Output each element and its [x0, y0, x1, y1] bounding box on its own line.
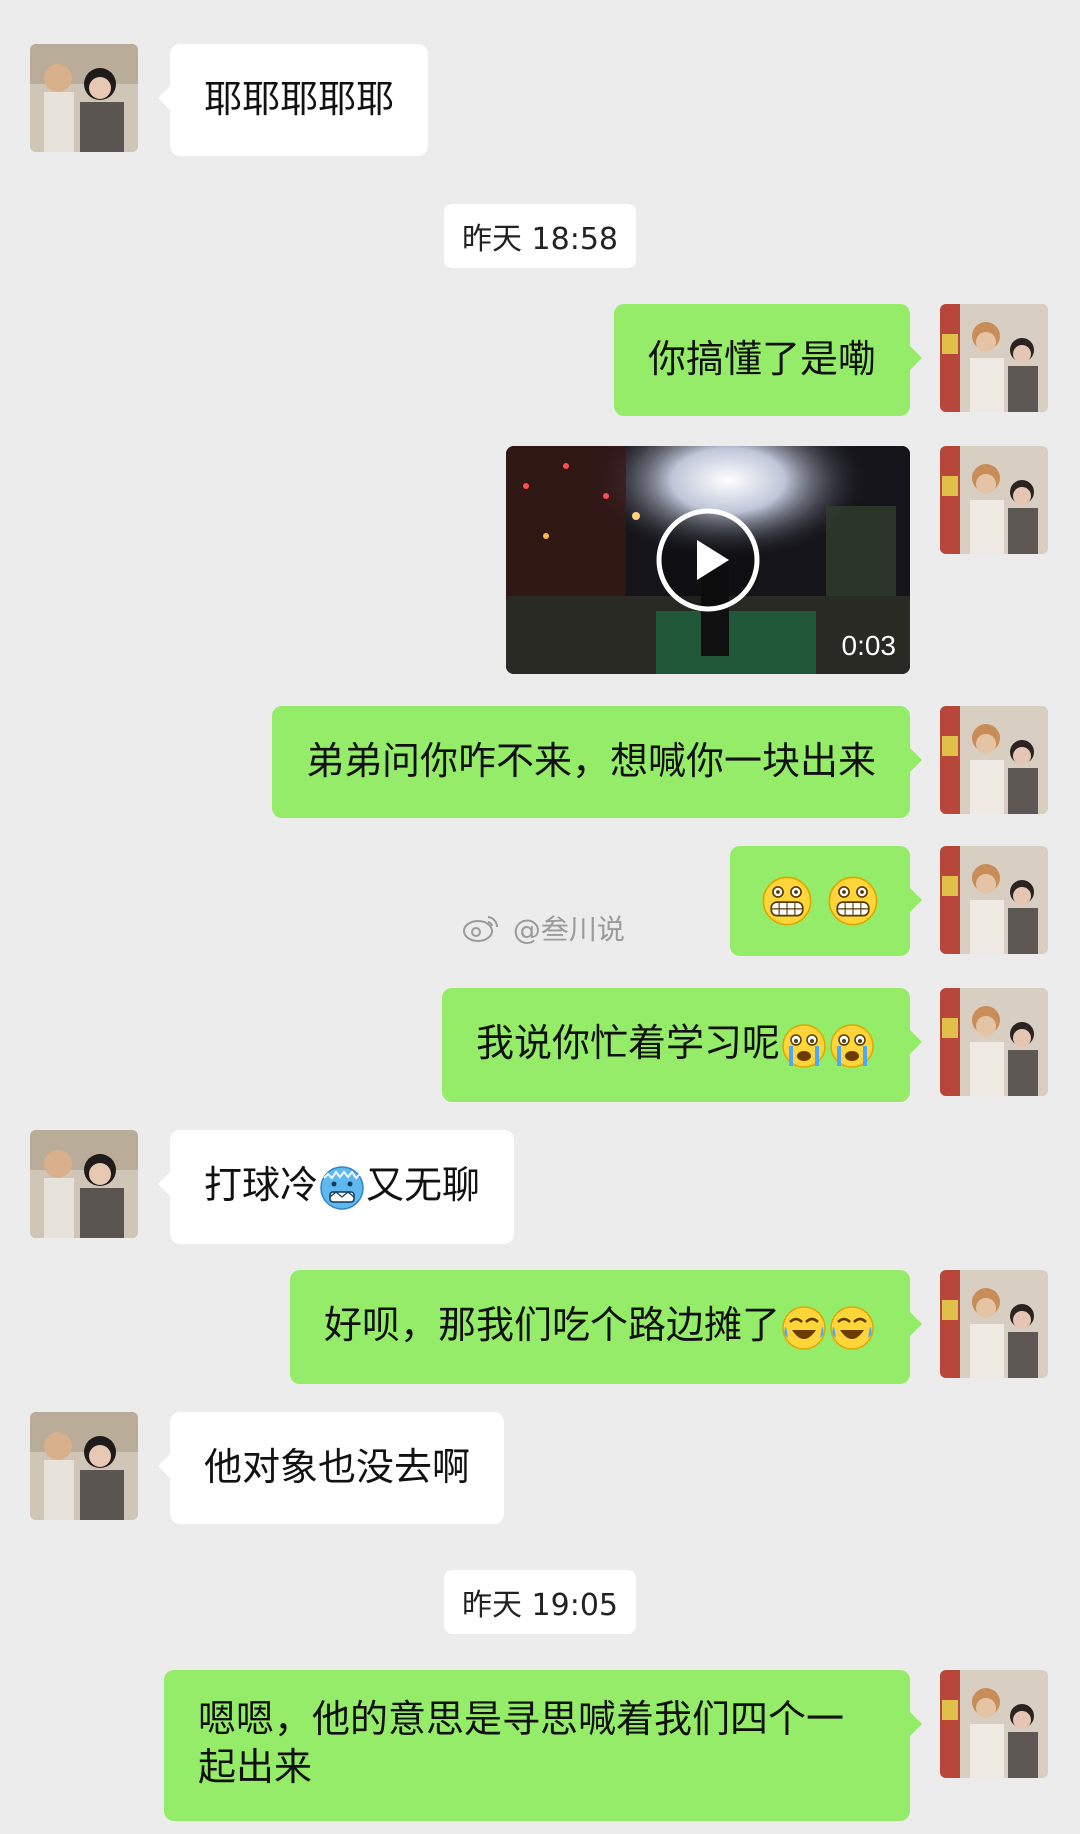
grinning-face-icon — [826, 874, 880, 928]
outgoing-message[interactable] — [729, 846, 923, 956]
laughing-crying-face-icon — [780, 1304, 828, 1352]
timestamp: 昨天 19:05 — [444, 1570, 636, 1634]
incoming-message[interactable]: 他对象也没去啊 — [157, 1412, 505, 1524]
play-icon[interactable] — [655, 507, 761, 613]
message-text: 弟弟问你咋不来，想喊你一块出来 — [305, 739, 876, 783]
crying-face-icon — [828, 1022, 876, 1070]
outgoing-message[interactable]: 我说你忙着学习呢 — [441, 988, 923, 1102]
my-avatar[interactable] — [940, 304, 1048, 412]
message-text: 他对象也没去啊 — [204, 1445, 471, 1489]
my-avatar[interactable] — [940, 846, 1048, 954]
contact-avatar[interactable] — [30, 44, 138, 152]
contact-avatar[interactable] — [30, 1130, 138, 1238]
message-text: 我说你忙着学习呢 — [475, 1021, 780, 1065]
grinning-face-icon — [760, 874, 814, 928]
laughing-crying-face-icon — [828, 1304, 876, 1352]
my-avatar[interactable] — [940, 1270, 1048, 1378]
message-text: 你搞懂了是嘞 — [647, 337, 876, 381]
message-text: 好呗，那我们吃个路边摊了 — [323, 1303, 780, 1347]
incoming-message[interactable]: 打球冷 又无聊 — [157, 1130, 515, 1244]
cold-face-icon — [318, 1164, 366, 1212]
incoming-message[interactable]: 耶耶耶耶耶 — [157, 44, 429, 156]
contact-avatar[interactable] — [30, 1412, 138, 1520]
crying-face-icon — [780, 1022, 828, 1070]
outgoing-message[interactable]: 弟弟问你咋不来，想喊你一块出来 — [271, 706, 923, 818]
video-duration: 0:03 — [841, 630, 897, 661]
my-avatar[interactable] — [940, 706, 1048, 814]
message-text: 打球冷 — [204, 1163, 319, 1207]
my-avatar[interactable] — [940, 1670, 1048, 1778]
message-text: 又无聊 — [366, 1163, 481, 1207]
chat-window[interactable]: 耶耶耶耶耶 昨天 18:58 你搞懂了是嘞 0:03 弟弟问你咋不来，想喊你一块… — [0, 0, 1080, 1834]
timestamp: 昨天 18:58 — [444, 204, 636, 268]
outgoing-message[interactable]: 你搞懂了是嘞 — [613, 304, 923, 416]
my-avatar[interactable] — [940, 446, 1048, 554]
weibo-icon — [462, 913, 500, 950]
watermark-text: @叁川说 — [512, 913, 625, 946]
outgoing-message[interactable]: 好呗，那我们吃个路边摊了 — [289, 1270, 923, 1384]
message-text: 耶耶耶耶耶 — [204, 77, 395, 121]
outgoing-message[interactable]: 嗯嗯，他的意思是寻思喊着我们四个一起出来 — [164, 1670, 922, 1821]
watermark: @叁川说 — [462, 908, 625, 950]
message-text: 嗯嗯，他的意思是寻思喊着我们四个一起出来 — [198, 1697, 845, 1789]
my-avatar[interactable] — [940, 988, 1048, 1096]
video-message[interactable]: 0:03 — [506, 446, 910, 674]
